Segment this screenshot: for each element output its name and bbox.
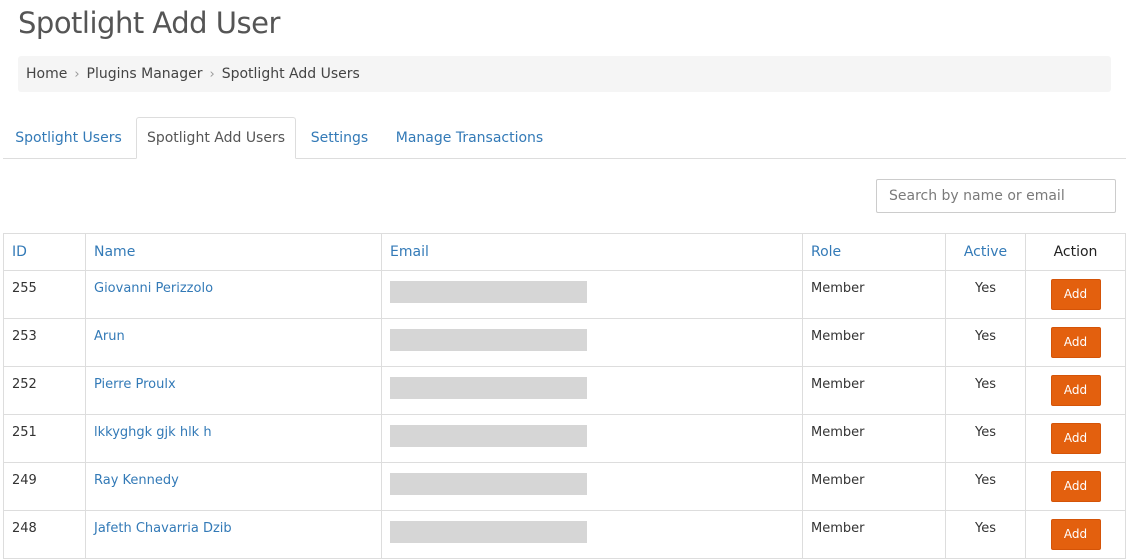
add-user-button[interactable]: Add xyxy=(1050,279,1101,310)
column-header-email[interactable]: Email xyxy=(381,233,803,271)
table-row: 253 Arun Member Yes Add xyxy=(3,318,1126,367)
tab-manage-transactions[interactable]: Manage Transactions xyxy=(383,117,556,158)
table-row: 251 lkkyghgk gjk hlk h Member Yes Add xyxy=(3,414,1126,463)
cell-role: Member xyxy=(802,366,946,415)
table-row: 255 Giovanni Perizzolo Member Yes Add xyxy=(3,270,1126,319)
cell-action: Add xyxy=(1025,414,1126,463)
user-name-link[interactable]: Jafeth Chavarria Dzib xyxy=(85,510,382,559)
cell-role: Member xyxy=(802,510,946,559)
cell-email xyxy=(381,366,803,415)
tab-spotlight-users[interactable]: Spotlight Users xyxy=(3,117,134,158)
breadcrumb-current: Spotlight Add Users xyxy=(221,66,360,82)
user-name-link[interactable]: lkkyghgk gjk hlk h xyxy=(85,414,382,463)
cell-id: 255 xyxy=(3,270,86,319)
cell-role: Member xyxy=(802,462,946,511)
table-body: 255 Giovanni Perizzolo Member Yes Add 253 Arun… xyxy=(3,270,1126,559)
redacted-email xyxy=(390,281,587,303)
chevron-right-icon: › xyxy=(74,66,80,82)
cell-action: Add xyxy=(1025,318,1126,367)
user-name-link[interactable]: Ray Kennedy xyxy=(85,462,382,511)
column-header-active[interactable]: Active xyxy=(945,233,1026,271)
cell-active: Yes xyxy=(945,414,1026,463)
cell-id: 251 xyxy=(3,414,86,463)
add-user-button[interactable]: Add xyxy=(1050,423,1101,454)
cell-id: 252 xyxy=(3,366,86,415)
add-user-button[interactable]: Add xyxy=(1050,471,1101,502)
tab-bar: Spotlight Users Spotlight Add Users Sett… xyxy=(3,117,1126,159)
cell-email xyxy=(381,318,803,367)
cell-email xyxy=(381,510,803,559)
cell-role: Member xyxy=(802,318,946,367)
page-title: Spotlight Add User xyxy=(18,6,280,40)
column-header-action: Action xyxy=(1025,233,1126,271)
breadcrumb-plugins-manager[interactable]: Plugins Manager xyxy=(87,66,203,82)
users-table: ID Name Email Role Active Action 255 Giov… xyxy=(3,233,1126,559)
add-user-button[interactable]: Add xyxy=(1050,375,1101,406)
cell-active: Yes xyxy=(945,366,1026,415)
cell-action: Add xyxy=(1025,462,1126,511)
cell-role: Member xyxy=(802,270,946,319)
cell-action: Add xyxy=(1025,366,1126,415)
table-row: 252 Pierre Proulx Member Yes Add xyxy=(3,366,1126,415)
add-user-button[interactable]: Add xyxy=(1050,519,1101,550)
cell-email xyxy=(381,270,803,319)
add-user-button[interactable]: Add xyxy=(1050,327,1101,358)
column-header-name[interactable]: Name xyxy=(85,233,382,271)
tab-settings[interactable]: Settings xyxy=(299,117,380,158)
redacted-email xyxy=(390,473,587,495)
cell-active: Yes xyxy=(945,462,1026,511)
table-row: 248 Jafeth Chavarria Dzib Member Yes Add xyxy=(3,510,1126,559)
table-header-row: ID Name Email Role Active Action xyxy=(3,233,1126,271)
redacted-email xyxy=(390,521,587,543)
breadcrumb: Home › Plugins Manager › Spotlight Add U… xyxy=(18,56,1111,92)
breadcrumb-home[interactable]: Home xyxy=(26,66,67,82)
cell-role: Member xyxy=(802,414,946,463)
column-header-role[interactable]: Role xyxy=(802,233,946,271)
search-input[interactable] xyxy=(876,179,1116,213)
cell-id: 249 xyxy=(3,462,86,511)
table-row: 249 Ray Kennedy Member Yes Add xyxy=(3,462,1126,511)
redacted-email xyxy=(390,377,587,399)
user-name-link[interactable]: Giovanni Perizzolo xyxy=(85,270,382,319)
cell-email xyxy=(381,414,803,463)
tab-spotlight-add-users[interactable]: Spotlight Add Users xyxy=(136,117,296,159)
cell-active: Yes xyxy=(945,318,1026,367)
column-header-id[interactable]: ID xyxy=(3,233,86,271)
cell-active: Yes xyxy=(945,510,1026,559)
cell-email xyxy=(381,462,803,511)
redacted-email xyxy=(390,425,587,447)
cell-id: 253 xyxy=(3,318,86,367)
cell-action: Add xyxy=(1025,510,1126,559)
cell-id: 248 xyxy=(3,510,86,559)
user-name-link[interactable]: Pierre Proulx xyxy=(85,366,382,415)
chevron-right-icon: › xyxy=(209,66,215,82)
cell-action: Add xyxy=(1025,270,1126,319)
cell-active: Yes xyxy=(945,270,1026,319)
redacted-email xyxy=(390,329,587,351)
user-name-link[interactable]: Arun xyxy=(85,318,382,367)
